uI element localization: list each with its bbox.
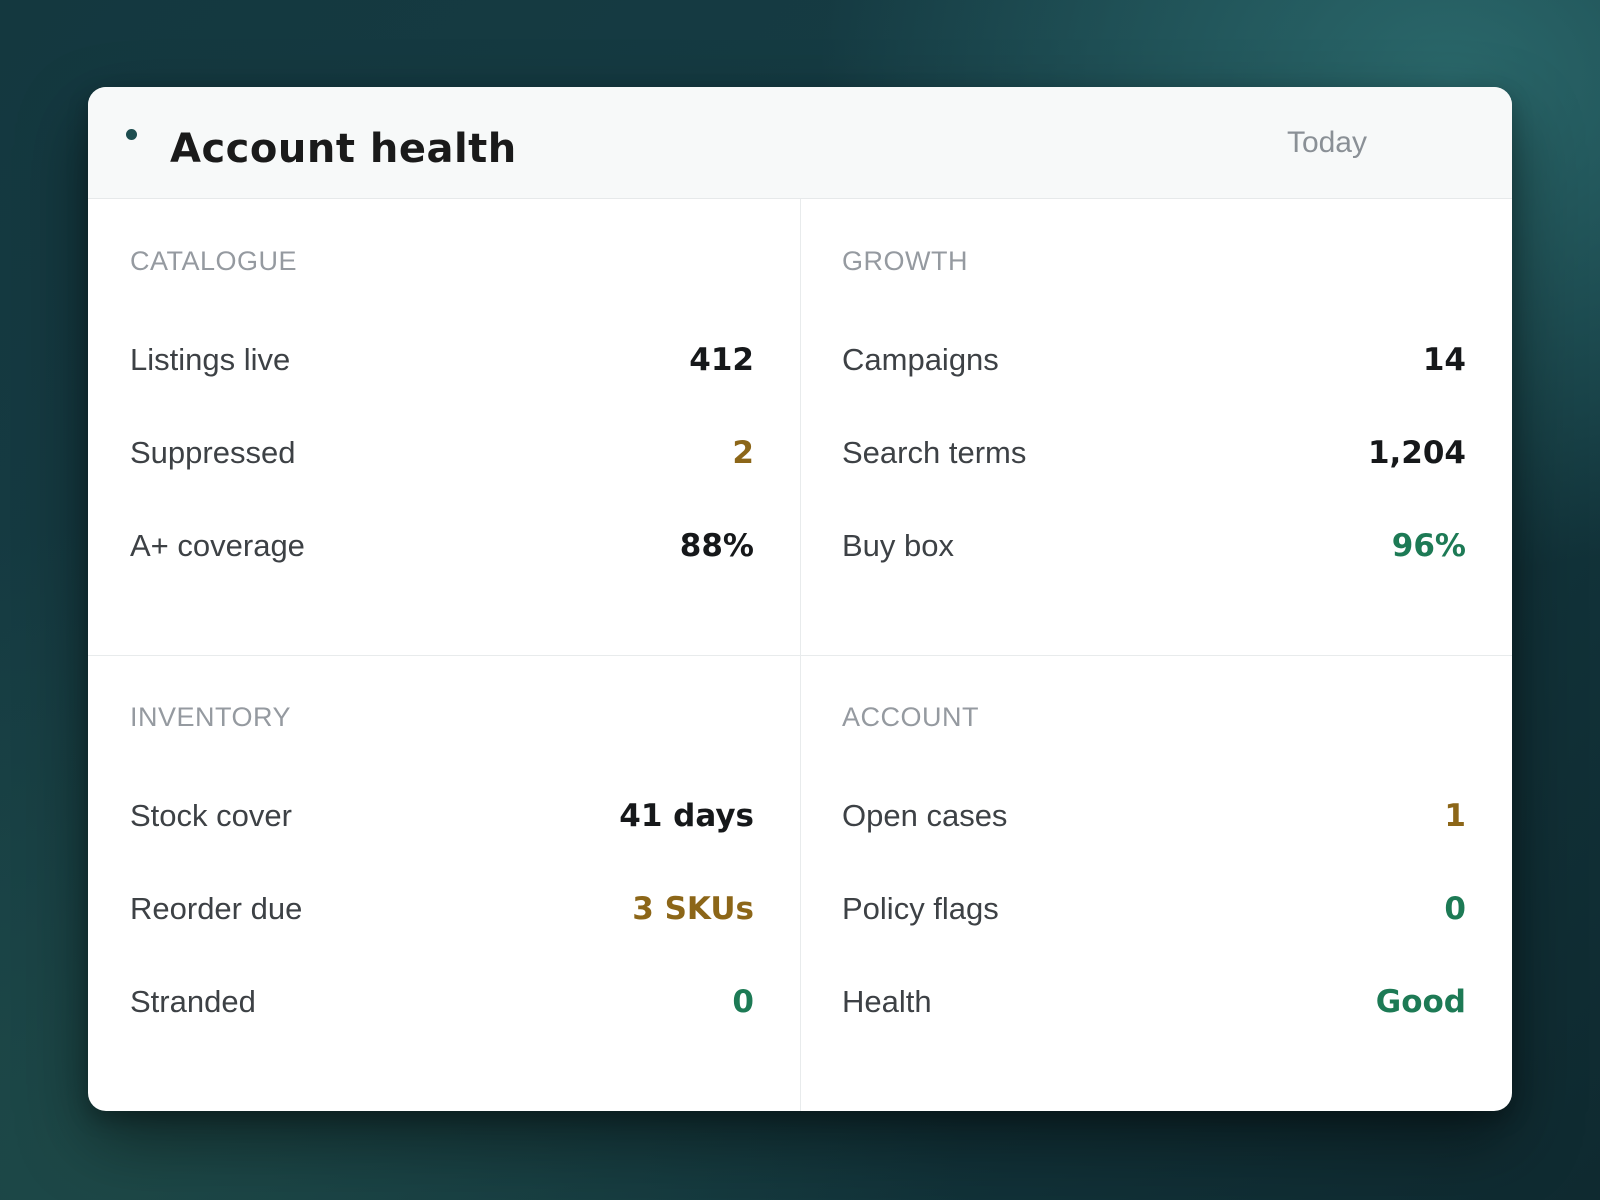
metric-value: 1 bbox=[1444, 798, 1466, 834]
metric-label: Stock cover bbox=[130, 798, 292, 833]
card-header: Account health Today bbox=[88, 87, 1512, 199]
metric-row-reorder-due: Reorder due 3 SKUs bbox=[130, 884, 754, 934]
metric-label: Reorder due bbox=[130, 891, 303, 926]
metric-label: Open cases bbox=[842, 798, 1008, 833]
metric-value: 88% bbox=[679, 528, 754, 564]
metric-row-suppressed: Suppressed 2 bbox=[130, 428, 754, 478]
metric-value: 0 bbox=[1444, 891, 1466, 927]
metric-row-campaigns: Campaigns 14 bbox=[842, 335, 1466, 385]
metric-row-stock-cover: Stock cover 41 days bbox=[130, 791, 754, 841]
section-inventory: INVENTORY Stock cover 41 days Reorder du… bbox=[88, 655, 800, 1111]
metric-row-search-terms: Search terms 1,204 bbox=[842, 428, 1466, 478]
metric-row-health: Health Good bbox=[842, 977, 1466, 1027]
status-dot-icon bbox=[126, 129, 137, 140]
metric-row-listings-live: Listings live 412 bbox=[130, 335, 754, 385]
metric-row-a-plus-coverage: A+ coverage 88% bbox=[130, 521, 754, 571]
metric-value: Good bbox=[1375, 984, 1466, 1020]
metric-label: Suppressed bbox=[130, 435, 296, 470]
metric-value: 14 bbox=[1422, 342, 1466, 378]
section-title: CATALOGUE bbox=[130, 246, 298, 276]
card-title: Account health bbox=[170, 126, 517, 172]
metric-value: 0 bbox=[732, 984, 754, 1020]
metric-value: 96% bbox=[1391, 528, 1466, 564]
metric-label: Buy box bbox=[842, 528, 955, 563]
metric-row-open-cases: Open cases 1 bbox=[842, 791, 1466, 841]
section-title: ACCOUNT bbox=[842, 702, 979, 732]
section-growth: GROWTH Campaigns 14 Search terms 1,204 B… bbox=[800, 199, 1512, 655]
metric-label: Listings live bbox=[130, 342, 291, 377]
metrics-grid: CATALOGUE Listings live 412 Suppressed 2… bbox=[88, 199, 1512, 1111]
metric-label: Health bbox=[842, 984, 932, 1019]
section-account: ACCOUNT Open cases 1 Policy flags 0 Heal… bbox=[800, 655, 1512, 1111]
period-label: Today bbox=[1286, 126, 1367, 159]
metric-row-stranded: Stranded 0 bbox=[130, 977, 754, 1027]
metric-label: Campaigns bbox=[842, 342, 999, 377]
metric-row-policy-flags: Policy flags 0 bbox=[842, 884, 1466, 934]
metric-label: Search terms bbox=[842, 435, 1027, 470]
metric-value: 3 SKUs bbox=[632, 891, 754, 927]
section-title: INVENTORY bbox=[130, 702, 292, 732]
section-title: GROWTH bbox=[842, 246, 968, 276]
metric-row-buy-box: Buy box 96% bbox=[842, 521, 1466, 571]
section-catalogue: CATALOGUE Listings live 412 Suppressed 2… bbox=[88, 199, 800, 655]
metric-label: Stranded bbox=[130, 984, 256, 1019]
metric-label: A+ coverage bbox=[130, 528, 305, 563]
metric-value: 1,204 bbox=[1367, 435, 1466, 471]
metric-label: Policy flags bbox=[842, 891, 999, 926]
metric-value: 41 days bbox=[619, 798, 754, 834]
metric-value: 412 bbox=[689, 342, 754, 378]
account-health-card: Account health Today CATALOGUE Listings … bbox=[88, 87, 1512, 1111]
metric-value: 2 bbox=[732, 435, 754, 471]
